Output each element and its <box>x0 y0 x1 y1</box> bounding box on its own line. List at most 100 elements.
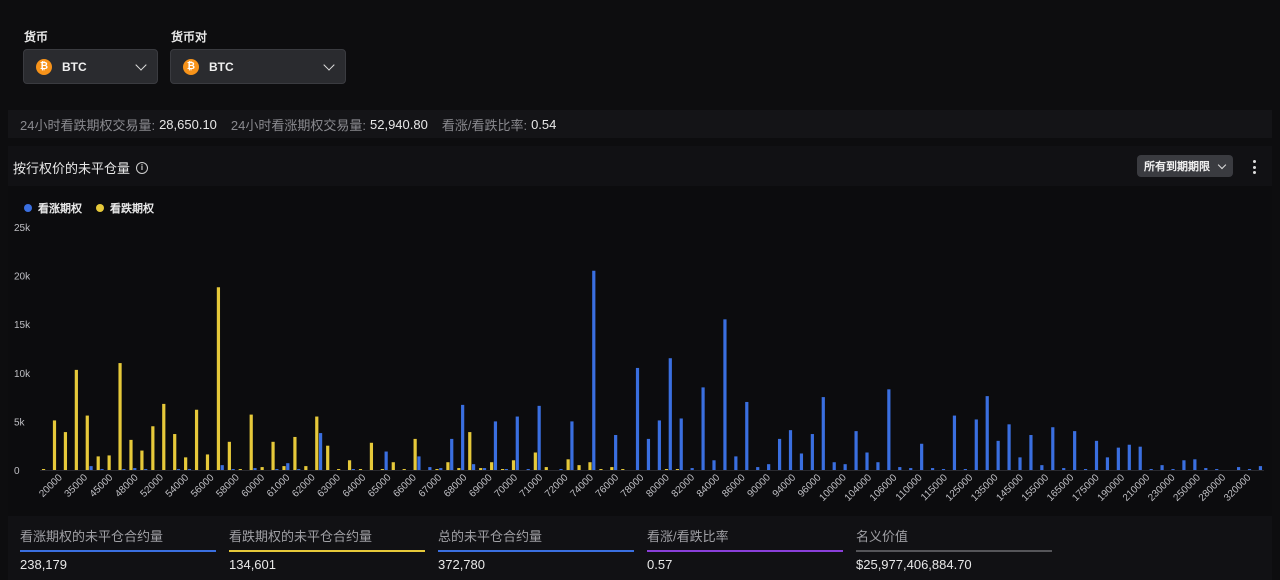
currency-label: 货币 <box>24 30 49 44</box>
x-tick-label: 45000 <box>88 472 116 500</box>
expiry-filter-dropdown[interactable]: 所有到期期限 <box>1137 155 1233 177</box>
x-tick-label: 70000 <box>493 472 521 500</box>
bar-put <box>391 462 395 470</box>
bar-call <box>100 469 104 470</box>
bar-put <box>271 441 275 470</box>
panel-title: 按行权价的未平仓量 i <box>13 158 149 177</box>
currency-value: BTC <box>62 59 87 74</box>
bar-call <box>1193 459 1197 470</box>
open-interest-chart: 0 5k 10k 15k 20k 25k 2000035000450004800052000… <box>14 223 1264 504</box>
bar-put <box>85 415 89 470</box>
bar-put <box>490 462 494 470</box>
bar-put <box>588 462 592 470</box>
bar-put <box>413 438 417 470</box>
bar-call <box>723 319 727 470</box>
x-tick-label: 48000 <box>113 472 141 500</box>
bar-call <box>515 416 519 470</box>
bar-put <box>173 434 177 470</box>
stat-label: 名义价值 <box>856 529 909 544</box>
more-options-icon[interactable] <box>1248 158 1260 176</box>
bar-put <box>107 455 111 470</box>
stat-item: 看涨期权的未平仓合约量 238,179 <box>20 526 216 572</box>
bar-put <box>664 469 669 470</box>
bar-call <box>854 431 858 470</box>
put-volume-value: 28,650.10 <box>159 116 217 132</box>
bar-call <box>799 453 804 470</box>
bar-put <box>544 467 548 470</box>
bar-call <box>614 435 618 470</box>
volume-summary-bar: 24小时看跌期权交易量: 28,650.10 24小时看涨期权交易量: 52,9… <box>8 110 1272 138</box>
bar-call <box>777 438 782 470</box>
bar-put <box>347 460 352 470</box>
bar-call <box>384 451 388 470</box>
bar-call <box>526 469 530 470</box>
bar-call <box>690 468 694 470</box>
open-interest-panel: 按行权价的未平仓量 i 所有到期期限 看涨期权 看跌期权 0 5k 10k 15k 20… <box>8 146 1272 580</box>
bar-call <box>537 405 541 470</box>
bar-call <box>1116 447 1120 470</box>
stat-underline <box>20 550 216 552</box>
bar-put <box>96 456 100 470</box>
x-tick-label: 84000 <box>695 472 723 500</box>
y-tick-label: 25k <box>14 223 31 234</box>
bar-call <box>810 434 814 470</box>
stat-value: 134,601 <box>229 557 276 572</box>
bar-put <box>63 432 68 470</box>
bar-call <box>1204 468 1208 470</box>
bar-call <box>843 464 847 470</box>
bar-call <box>821 397 825 470</box>
stats-row: 看涨期权的未平仓合约量 238,179 看跌期权的未平仓合约量 134,601 总的未平… <box>8 516 1272 580</box>
bar-call <box>1062 468 1066 470</box>
bitcoin-icon: ₿ <box>36 58 52 75</box>
bar-call <box>1105 457 1110 470</box>
bar-call <box>1149 469 1153 470</box>
bar-call <box>832 462 836 470</box>
y-tick-label: 0 <box>14 466 20 477</box>
x-tick-label: 61000 <box>265 472 293 500</box>
x-tick-label: 52000 <box>138 472 166 500</box>
chart-area: 看涨期权 看跌期权 0 5k 10k 15k 20k 25k 20000 35000 45000… <box>8 186 1272 516</box>
bar-put <box>238 469 242 470</box>
bar-call <box>450 438 454 470</box>
bar-put <box>446 462 450 470</box>
y-tick-label: 5k <box>14 417 26 428</box>
x-tick-label: 60000 <box>240 472 268 500</box>
pair-select[interactable]: ₿ BTC <box>170 49 346 84</box>
chevron-down-icon <box>135 58 147 71</box>
bar-put <box>129 439 133 470</box>
x-tick-label: 66000 <box>391 472 419 500</box>
bar-call <box>930 468 935 470</box>
x-tick-label: 106000 <box>868 472 900 504</box>
bar-call <box>504 469 508 470</box>
x-tick-label: 76000 <box>594 472 622 500</box>
bar-call <box>941 469 946 470</box>
bar-call <box>187 469 192 470</box>
bar-call <box>701 387 705 470</box>
bar-call <box>493 421 498 470</box>
y-tick-label: 10k <box>14 369 31 380</box>
x-tick-label: 320000 <box>1222 472 1254 504</box>
bar-call <box>220 465 224 470</box>
bar-call <box>275 469 279 470</box>
bar-call <box>767 464 771 470</box>
bar-put <box>380 469 384 470</box>
bar-call <box>985 396 989 470</box>
bar-call <box>1083 469 1088 470</box>
x-tick-label: 69000 <box>467 472 495 500</box>
bar-call <box>122 469 126 470</box>
info-icon[interactable]: i <box>136 161 149 174</box>
bar-call <box>1007 424 1011 470</box>
bar-call <box>592 270 596 470</box>
currency-select[interactable]: ₿ BTC <box>23 49 158 84</box>
bar-call <box>1215 469 1219 470</box>
stat-item: 看跌期权的未平仓合约量 134,601 <box>229 526 425 572</box>
chevron-down-icon <box>323 58 335 71</box>
x-tick-label: 82000 <box>670 472 698 500</box>
bar-put <box>282 466 286 470</box>
bar-call <box>635 367 640 470</box>
bar-call <box>1040 465 1044 470</box>
bar-call <box>952 415 957 470</box>
bar-put <box>599 469 603 470</box>
stat-item: 总的未平仓合约量 372,780 <box>438 526 634 572</box>
bar-call <box>920 443 924 470</box>
